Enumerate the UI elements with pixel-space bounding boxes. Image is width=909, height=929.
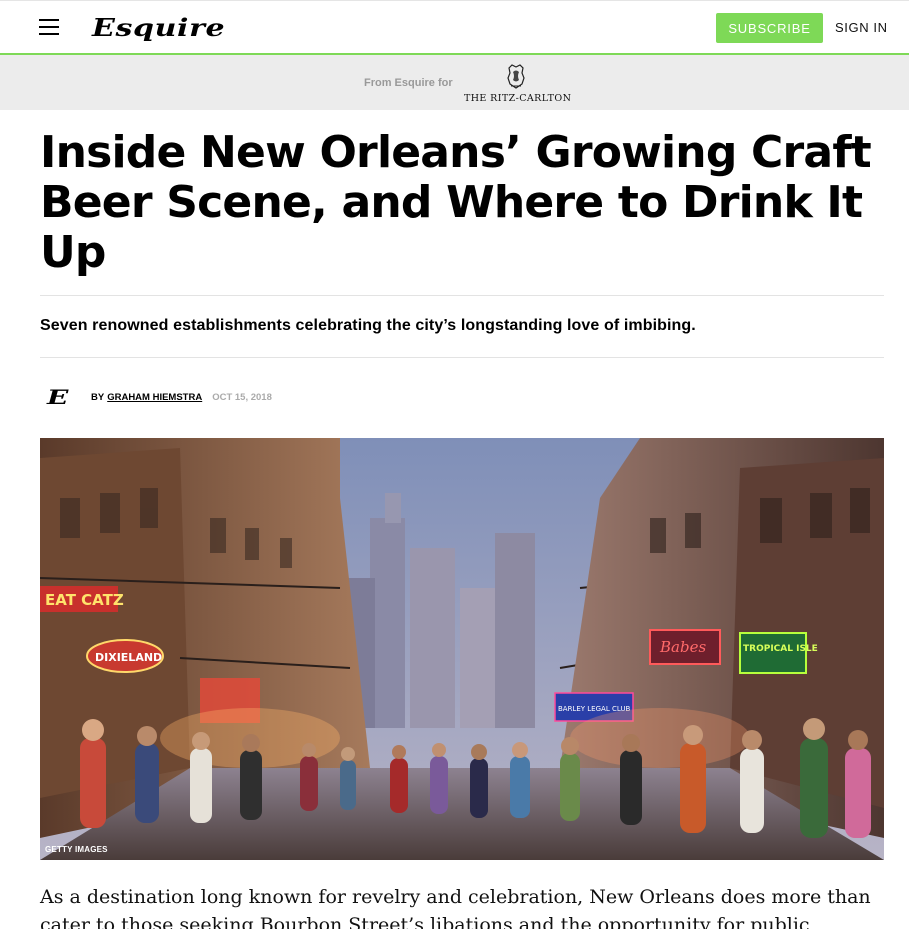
neon-sign-eat-catz: EAT CATZ: [45, 591, 124, 609]
author-link[interactable]: GRAHAM HIEMSTRA: [107, 392, 202, 403]
divider: [40, 295, 884, 296]
article-dek: Seven renowned establishments celebratin…: [40, 317, 696, 334]
hero-image: EAT CATZ DIXIELAND Babes TROPICAL ISLE B…: [40, 438, 884, 860]
neon-sign-tropical-isle: TROPICAL ISLE: [743, 644, 818, 654]
hamburger-menu-icon[interactable]: [39, 19, 59, 35]
sponsor-banner[interactable]: From Esquire for THE RITZ-CARLTON: [0, 55, 909, 110]
sign-in-link[interactable]: SIGN IN: [835, 20, 888, 35]
ritz-carlton-crest-icon: [507, 64, 525, 89]
sponsor-label: From Esquire for: [364, 77, 453, 89]
bourbon-street-photo: EAT CATZ DIXIELAND Babes TROPICAL ISLE B…: [40, 438, 884, 860]
neon-sign-dixieland: DIXIELAND: [95, 651, 162, 664]
esquire-logo[interactable]: Esquire: [92, 13, 225, 42]
byline: BY GRAHAM HIEMSTRA OCT 15, 2018: [91, 392, 272, 403]
byline-prefix: BY: [91, 392, 105, 403]
neon-sign-babes: Babes: [659, 638, 706, 656]
divider: [40, 357, 884, 358]
article-body-paragraph: As a destination long known for revelry …: [40, 886, 871, 929]
article-headline: Inside New Orleans’ Growing Craft Beer S…: [40, 127, 872, 278]
top-navigation-bar: Esquire SUBSCRIBE SIGN IN: [0, 0, 909, 55]
image-credit: GETTY IMAGES: [45, 845, 108, 854]
subscribe-button[interactable]: SUBSCRIBE: [716, 13, 823, 43]
ritz-carlton-logo: THE RITZ-CARLTON: [464, 93, 572, 104]
esquire-monogram-icon: E: [47, 385, 69, 409]
publish-date: OCT 15, 2018: [212, 392, 272, 403]
